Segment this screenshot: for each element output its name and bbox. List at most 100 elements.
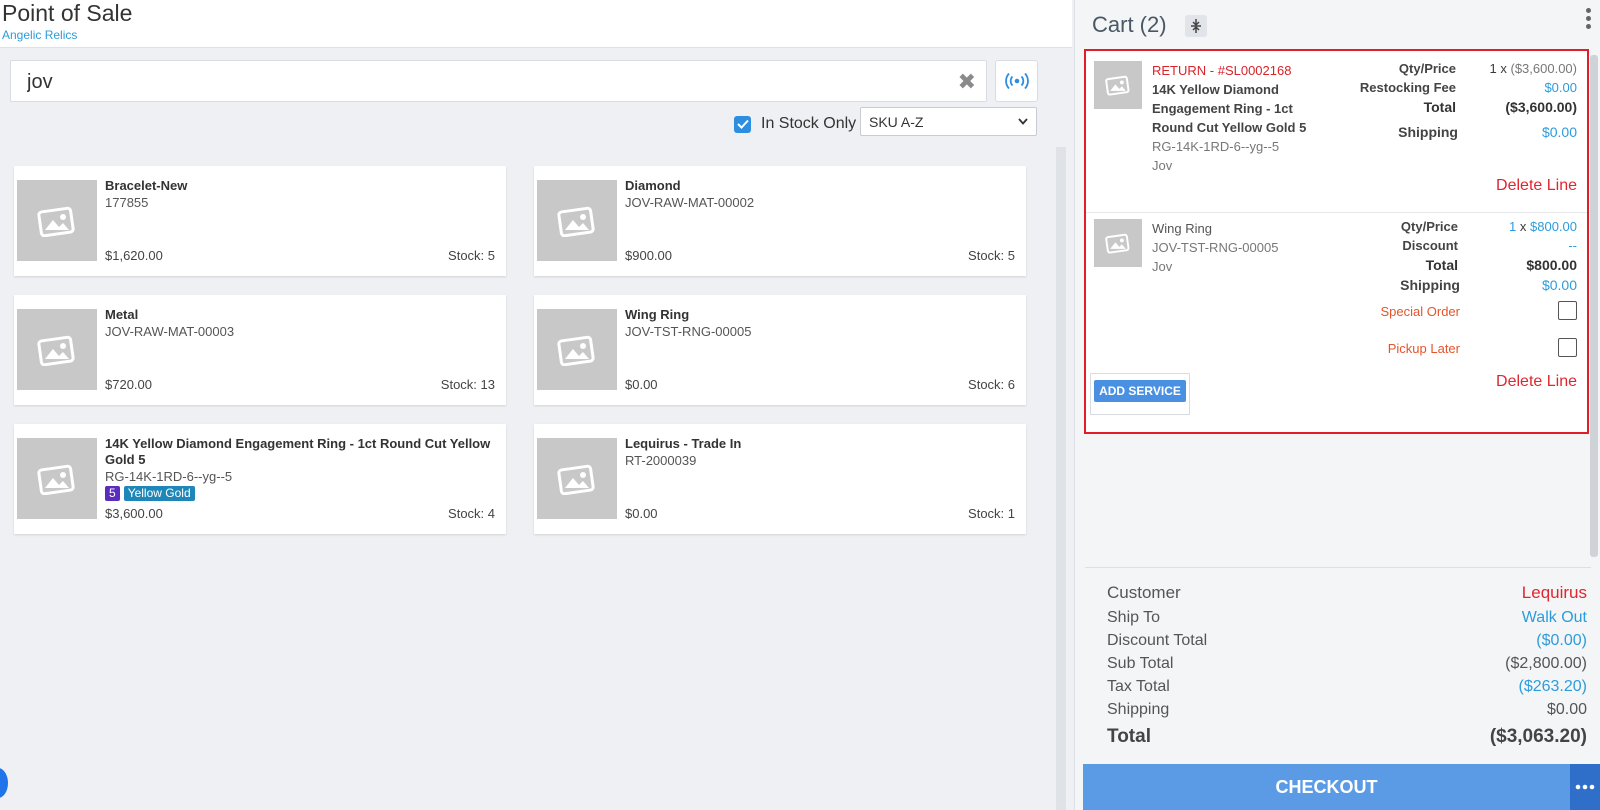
product-card[interactable]: Metal JOV-RAW-MAT-00003 $720.00 Stock: 1…: [14, 295, 506, 405]
delete-line-button[interactable]: Delete Line: [1496, 177, 1577, 195]
product-card[interactable]: Wing Ring JOV-TST-RNG-00005 $0.00 Stock:…: [534, 295, 1026, 405]
ship-to-row: Ship To Walk Out: [1107, 609, 1587, 627]
add-service-box: ADD SERVICE: [1090, 373, 1190, 415]
pickup-later-checkbox[interactable]: [1558, 338, 1577, 357]
discount-total-row: Discount Total ($0.00): [1107, 632, 1587, 650]
image-placeholder-icon: [537, 309, 617, 390]
cart-lines: RETURN - #SL0002168 14K Yellow Diamond E…: [1084, 49, 1589, 434]
tax-total-label: Tax Total: [1107, 678, 1170, 695]
chevron-down-icon: [1018, 118, 1028, 125]
subtotal-row: Sub Total ($2,800.00): [1107, 655, 1587, 673]
line-item-sku: RG-14K-1RD-6--yg--5: [1152, 139, 1280, 154]
qty-value: 1: [1489, 61, 1497, 76]
product-price: $1,620.00: [105, 248, 163, 263]
restocking-fee-value[interactable]: $0.00: [1471, 80, 1577, 95]
product-stock: Stock: 1: [968, 506, 1015, 521]
more-vertical-icon[interactable]: [1584, 6, 1592, 30]
scan-button[interactable]: [995, 60, 1038, 102]
close-icon[interactable]: ✖: [958, 70, 976, 94]
broadcast-icon: [1004, 72, 1029, 90]
image-placeholder-icon: [537, 180, 617, 261]
pickup-later-label: Pickup Later: [1387, 341, 1460, 356]
unit-price[interactable]: $800.00: [1530, 219, 1577, 234]
qty-price-label: Qty/Price: [1400, 219, 1458, 234]
delete-line-button[interactable]: Delete Line: [1496, 373, 1577, 391]
collapse-icon[interactable]: [1185, 15, 1207, 37]
line-total-value: ($3,600.00): [1505, 99, 1577, 115]
product-sku: RG-14K-1RD-6--yg--5: [105, 469, 233, 484]
image-placeholder-icon: [17, 180, 97, 261]
shipping-value: $0.00: [1546, 701, 1587, 718]
search-input[interactable]: [27, 69, 927, 95]
line-total-label: Total: [1423, 99, 1456, 115]
checkout-button[interactable]: CHECKOUT: [1083, 764, 1570, 810]
add-service-button[interactable]: ADD SERVICE: [1094, 380, 1186, 402]
line-item-name: Wing Ring: [1152, 221, 1212, 236]
product-price: $3,600.00: [105, 506, 163, 521]
restocking-fee-label: Restocking Fee: [1359, 80, 1456, 95]
customer-value[interactable]: Lequirus: [1522, 583, 1587, 603]
tax-total-row: Tax Total ($263.20): [1107, 678, 1587, 696]
special-order-label: Special Order: [1380, 304, 1460, 319]
grand-total-value: ($3,063.20): [1489, 726, 1587, 747]
discount-total-value[interactable]: ($0.00): [1536, 632, 1587, 650]
image-placeholder-icon: [537, 438, 617, 519]
help-button[interactable]: [0, 768, 8, 798]
store-name-link[interactable]: Angelic Relics: [2, 28, 77, 42]
shipping-row: Shipping $0.00: [1107, 701, 1587, 719]
qty-price-value: 1 x $800.00: [1471, 219, 1577, 234]
qty-x: x: [1500, 61, 1507, 76]
product-name: Lequirus - Trade In: [625, 436, 742, 451]
product-price: $720.00: [105, 377, 152, 392]
special-order-checkbox[interactable]: [1558, 301, 1577, 320]
discount-value[interactable]: --: [1471, 238, 1577, 253]
size-tag: 5: [105, 486, 120, 501]
check-icon: [736, 119, 749, 129]
more-options-icon[interactable]: [1570, 764, 1600, 810]
line-shipping-value[interactable]: $0.00: [1471, 277, 1577, 293]
cart-title: Cart (2): [1092, 12, 1167, 37]
product-name: Bracelet-New: [105, 178, 188, 193]
qty-price-label: Qty/Price: [1398, 61, 1456, 76]
product-name: 14K Yellow Diamond Engagement Ring - 1ct…: [105, 436, 491, 467]
product-card[interactable]: Diamond JOV-RAW-MAT-00002 $900.00 Stock:…: [534, 166, 1026, 276]
line-total-value: $800.00: [1526, 257, 1577, 273]
page-header: Point of Sale Angelic Relics: [0, 0, 1072, 48]
cart-scrollbar[interactable]: [1590, 55, 1598, 557]
product-stock: Stock: 5: [448, 248, 495, 263]
unit-price: ($3,600.00): [1510, 61, 1578, 76]
product-sku: JOV-TST-RNG-00005: [625, 324, 752, 339]
product-card[interactable]: Bracelet-New 177855 $1,620.00 Stock: 5: [14, 166, 506, 276]
in-stock-checkbox[interactable]: [734, 115, 751, 133]
line-shipping-label: Shipping: [1398, 124, 1458, 140]
line-total-label: Total: [1425, 257, 1458, 273]
product-price: $900.00: [625, 248, 672, 263]
shipping-label: Shipping: [1107, 701, 1170, 718]
line-item-sku: JOV-TST-RNG-00005: [1152, 240, 1279, 255]
sort-select[interactable]: SKU A-Z: [860, 107, 1037, 136]
line-item-vendor: Jov: [1152, 259, 1173, 274]
product-name: Metal: [105, 307, 139, 322]
image-placeholder-icon: [17, 438, 97, 519]
subtotal-value: ($2,800.00): [1505, 655, 1587, 672]
tax-total-value[interactable]: ($263.20): [1519, 678, 1588, 696]
product-card[interactable]: 14K Yellow Diamond Engagement Ring - 1ct…: [14, 424, 506, 534]
ship-to-value[interactable]: Walk Out: [1522, 609, 1587, 627]
metal-tag: Yellow Gold: [123, 486, 195, 501]
qty-value[interactable]: 1: [1509, 219, 1516, 234]
cart-panel: Cart (2) RETURN - #SL0002168 14K Yellow …: [1074, 0, 1600, 810]
product-stock: Stock: 6: [968, 377, 1015, 392]
product-card[interactable]: Lequirus - Trade In RT-2000039 $0.00 Sto…: [534, 424, 1026, 534]
image-placeholder-icon: [17, 309, 97, 390]
product-list-scrollbar[interactable]: [1056, 147, 1066, 810]
cart-summary: Customer Lequirus Ship To Walk Out Disco…: [1085, 567, 1591, 757]
customer-row: Customer Lequirus: [1107, 583, 1587, 603]
in-stock-filter[interactable]: In Stock Only: [734, 113, 856, 135]
product-sku: JOV-RAW-MAT-00002: [625, 195, 755, 210]
ship-to-label: Ship To: [1107, 609, 1161, 626]
line-shipping-value[interactable]: $0.00: [1471, 124, 1577, 140]
line-item-vendor: Jov: [1152, 158, 1173, 173]
qty-x: x: [1519, 219, 1527, 234]
product-sku: JOV-RAW-MAT-00003: [105, 324, 235, 339]
qty-price-value: 1 x ($3,600.00): [1471, 61, 1577, 76]
